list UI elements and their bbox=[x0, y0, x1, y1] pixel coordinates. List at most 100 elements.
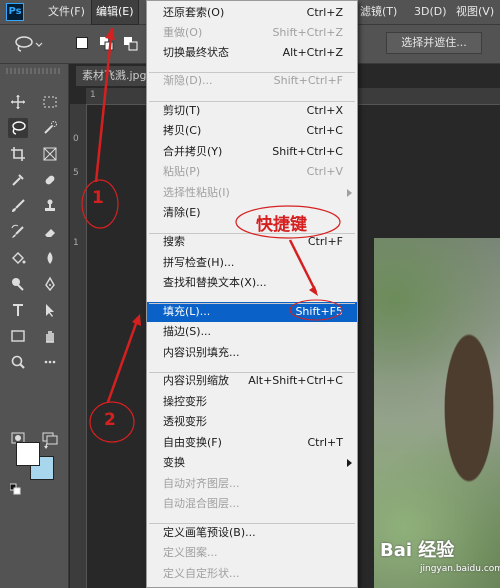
default-colors-icon[interactable] bbox=[10, 483, 22, 496]
menu-item-label: 变换 bbox=[163, 456, 185, 469]
edit-menu-item[interactable]: 内容识别缩放 Alt+Shift+Ctrl+C bbox=[147, 371, 357, 391]
edit-menu-item[interactable]: 切换最终状态 Alt+Ctrl+Z bbox=[147, 43, 357, 63]
edit-menu-item: 定义图案... bbox=[147, 543, 357, 563]
new-selection-icon[interactable] bbox=[76, 37, 88, 49]
marquee-tool-icon[interactable] bbox=[40, 92, 60, 112]
type-tool-icon[interactable] bbox=[8, 300, 28, 320]
menu-file[interactable]: 文件(F) bbox=[44, 0, 89, 24]
subtract-from-selection-icon[interactable] bbox=[124, 37, 138, 51]
path-selection-tool-icon[interactable] bbox=[40, 300, 60, 320]
blur-tool-icon[interactable] bbox=[40, 248, 60, 268]
healing-brush-tool-icon[interactable] bbox=[40, 170, 60, 190]
menu-separator bbox=[149, 101, 355, 102]
edit-menu-item: 自动混合图层... bbox=[147, 494, 357, 514]
edit-menu-item[interactable]: 合并拷贝(Y) Shift+Ctrl+C bbox=[147, 142, 357, 162]
foreground-color-swatch[interactable] bbox=[16, 442, 40, 466]
dodge-tool-icon[interactable] bbox=[8, 274, 28, 294]
menu-item-label: 定义自定形状... bbox=[163, 567, 240, 580]
menu-item-label: 自动混合图层... bbox=[163, 497, 240, 510]
menu-edit[interactable]: 编辑(E) bbox=[91, 0, 139, 25]
quick-selection-tool-icon[interactable] bbox=[40, 118, 60, 138]
panel-grip[interactable] bbox=[6, 68, 62, 74]
edit-menu-item[interactable]: 描边(S)... bbox=[147, 322, 357, 342]
menu-separator bbox=[149, 303, 355, 304]
menu-item-label: 查找和替换文本(X)... bbox=[163, 276, 267, 289]
shortcut-annotation: 快捷键 bbox=[256, 215, 307, 235]
menu-item-label: 内容识别填充... bbox=[163, 346, 240, 359]
menu-item-label: 透视变形 bbox=[163, 415, 207, 428]
lasso-preset-icon[interactable] bbox=[14, 34, 44, 54]
frame-tool-icon[interactable] bbox=[40, 144, 60, 164]
pen-tool-icon[interactable] bbox=[40, 274, 60, 294]
ruler-mark: 1 bbox=[90, 90, 96, 100]
watermark-url: jingyan.baidu.com bbox=[420, 564, 500, 574]
edit-menu-item: 渐隐(D)... Shift+Ctrl+F bbox=[147, 71, 357, 91]
edit-menu-item[interactable]: 填充(L)... Shift+F5 bbox=[147, 302, 357, 322]
menu-item-label: 描边(S)... bbox=[163, 325, 212, 338]
step1-label: 1 bbox=[92, 188, 104, 208]
edit-menu-item: 定义自定形状... bbox=[147, 564, 357, 584]
edit-menu-item[interactable]: 拷贝(C) Ctrl+C bbox=[147, 121, 357, 141]
edit-menu-item[interactable]: 还原套索(O) Ctrl+Z bbox=[147, 3, 357, 23]
submenu-arrow-icon bbox=[347, 459, 352, 467]
edit-menu-item[interactable]: 定义画笔预设(B)... bbox=[147, 523, 357, 543]
menu-3d[interactable]: 3D(D) bbox=[410, 0, 451, 24]
photoshop-logo-icon[interactable]: Ps bbox=[6, 3, 24, 21]
zoom-tool-icon[interactable] bbox=[8, 352, 28, 372]
menu-item-label: 合并拷贝(Y) bbox=[163, 145, 223, 158]
clone-stamp-tool-icon[interactable] bbox=[40, 196, 60, 216]
edit-menu-item[interactable]: 查找和替换文本(X)... bbox=[147, 273, 357, 293]
tools-panel bbox=[0, 64, 69, 588]
more-tools-icon[interactable] bbox=[40, 352, 60, 372]
edit-menu-item[interactable]: 清除(E) bbox=[147, 203, 357, 223]
menu-item-label: 定义画笔预设(B)... bbox=[163, 526, 256, 539]
step2-label: 2 bbox=[104, 410, 116, 430]
menu-item-label: 切换最终状态 bbox=[163, 46, 229, 59]
menu-item-label: 选择性粘贴(I) bbox=[163, 186, 230, 199]
history-brush-tool-icon[interactable] bbox=[8, 222, 28, 242]
move-tool-icon[interactable] bbox=[8, 92, 28, 112]
eyedropper-tool-icon[interactable] bbox=[8, 170, 28, 190]
menu-item-label: 清除(E) bbox=[163, 206, 201, 219]
edit-menu-item[interactable]: 操控变形 bbox=[147, 392, 357, 412]
menu-item-label: 填充(L)... bbox=[163, 305, 211, 318]
select-and-mask-button[interactable]: 选择并遮住... bbox=[386, 32, 482, 54]
menu-item-label: 剪切(T) bbox=[163, 104, 201, 117]
eraser-tool-icon[interactable] bbox=[40, 222, 60, 242]
screen-mode-icon[interactable] bbox=[40, 428, 60, 448]
edit-menu-dropdown: 还原套索(O) Ctrl+Z 重做(O) Shift+Ctrl+Z 切换最终状态 Alt+… bbox=[146, 0, 358, 588]
lasso-tool-icon[interactable] bbox=[8, 118, 28, 138]
brush-tool-icon[interactable] bbox=[8, 196, 28, 216]
edit-menu-item[interactable]: 自由变换(F) Ctrl+T bbox=[147, 433, 357, 453]
menu-item-shortcut: Shift+Ctrl+C bbox=[272, 145, 343, 158]
paint-bucket-tool-icon[interactable] bbox=[8, 248, 28, 268]
edit-menu-item[interactable]: 透视变形 bbox=[147, 412, 357, 432]
menu-item-shortcut: Ctrl+X bbox=[306, 104, 343, 117]
rectangle-tool-icon[interactable] bbox=[8, 326, 28, 346]
menu-item-label: 渐隐(D)... bbox=[163, 74, 213, 87]
menu-item-label: 拼写检查(H)... bbox=[163, 256, 235, 269]
menu-filter[interactable]: 滤镜(T) bbox=[356, 0, 401, 24]
edit-menu-item: 重做(O) Shift+Ctrl+Z bbox=[147, 23, 357, 43]
menu-item-label: 搜索 bbox=[163, 235, 185, 248]
add-to-selection-icon[interactable] bbox=[100, 37, 114, 51]
edit-menu-item[interactable]: 剪切(T) Ctrl+X bbox=[147, 101, 357, 121]
menu-item-label: 自由变换(F) bbox=[163, 436, 222, 449]
edit-menu-item[interactable]: 变换 bbox=[147, 453, 357, 473]
ruler-vertical: 0 5 1 bbox=[70, 104, 87, 588]
edit-menu-item[interactable]: 内容识别填充... bbox=[147, 343, 357, 363]
menu-item-shortcut: Alt+Shift+Ctrl+C bbox=[248, 374, 343, 387]
edit-menu-item[interactable]: 搜索 Ctrl+F bbox=[147, 232, 357, 252]
menu-item-label: 重做(O) bbox=[163, 26, 203, 39]
menu-separator bbox=[149, 233, 355, 234]
ruler-mark: 1 bbox=[73, 238, 79, 248]
hand-tool-icon[interactable] bbox=[40, 326, 60, 346]
document-tab[interactable]: 素材飞溅.jpg bbox=[76, 66, 148, 86]
crop-tool-icon[interactable] bbox=[8, 144, 28, 164]
menu-item-shortcut: Ctrl+T bbox=[307, 436, 343, 449]
menu-item-shortcut: Ctrl+V bbox=[306, 165, 343, 178]
ruler-mark: 5 bbox=[73, 168, 79, 178]
menu-item-label: 粘贴(P) bbox=[163, 165, 201, 178]
menu-view[interactable]: 视图(V) bbox=[452, 0, 498, 24]
edit-menu-item[interactable]: 拼写检查(H)... bbox=[147, 253, 357, 273]
